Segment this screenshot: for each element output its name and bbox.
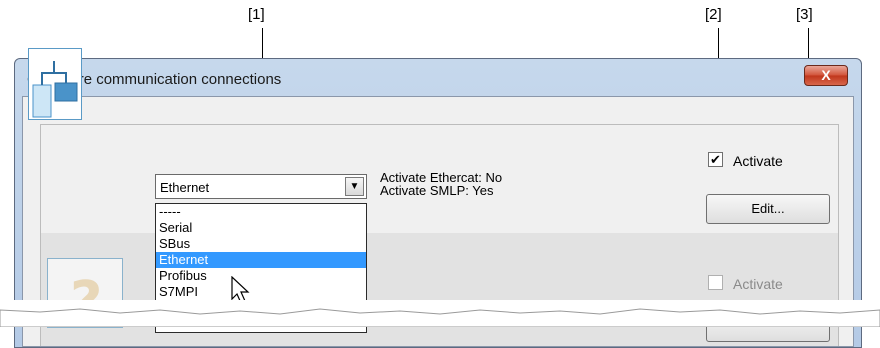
dropdown-option-s7mpi[interactable]: S7MPI bbox=[156, 284, 366, 300]
activate-label-1: Activate bbox=[733, 153, 783, 169]
activate-checkbox-1[interactable]: ✔ bbox=[708, 152, 723, 167]
callout-3: [3] bbox=[796, 6, 813, 23]
connection-type-value: Ethernet bbox=[160, 180, 210, 195]
dropdown-option-none[interactable]: ----- bbox=[156, 204, 366, 220]
close-icon: X bbox=[821, 67, 831, 83]
activate-checkbox-2[interactable] bbox=[708, 275, 723, 290]
activate-label-2: Activate bbox=[733, 276, 783, 292]
dropdown-option-ethernet[interactable]: Ethernet bbox=[156, 252, 366, 268]
network-tree-icon bbox=[28, 48, 82, 120]
close-button[interactable]: X bbox=[804, 65, 848, 86]
callout-2: [2] bbox=[705, 6, 722, 23]
dropdown-option-serial[interactable]: Serial bbox=[156, 220, 366, 236]
dropdown-arrow-button[interactable]: ▼ bbox=[345, 177, 364, 196]
edit-button[interactable]: Edit... bbox=[706, 194, 830, 224]
callout-1: [1] bbox=[248, 6, 265, 23]
torn-edge bbox=[0, 300, 880, 327]
smlp-status: Activate SMLP: Yes bbox=[380, 183, 494, 198]
connection-type-select[interactable]: Ethernet ▼ bbox=[155, 174, 367, 199]
dropdown-option-profibus[interactable]: Profibus bbox=[156, 268, 366, 284]
chevron-down-icon: ▼ bbox=[349, 181, 360, 192]
dropdown-option-sbus[interactable]: SBus bbox=[156, 236, 366, 252]
connection-info: Activate Ethercat: No Activate SMLP: Yes bbox=[380, 171, 502, 197]
title-bar[interactable]: Configure communication connections X bbox=[15, 59, 861, 97]
